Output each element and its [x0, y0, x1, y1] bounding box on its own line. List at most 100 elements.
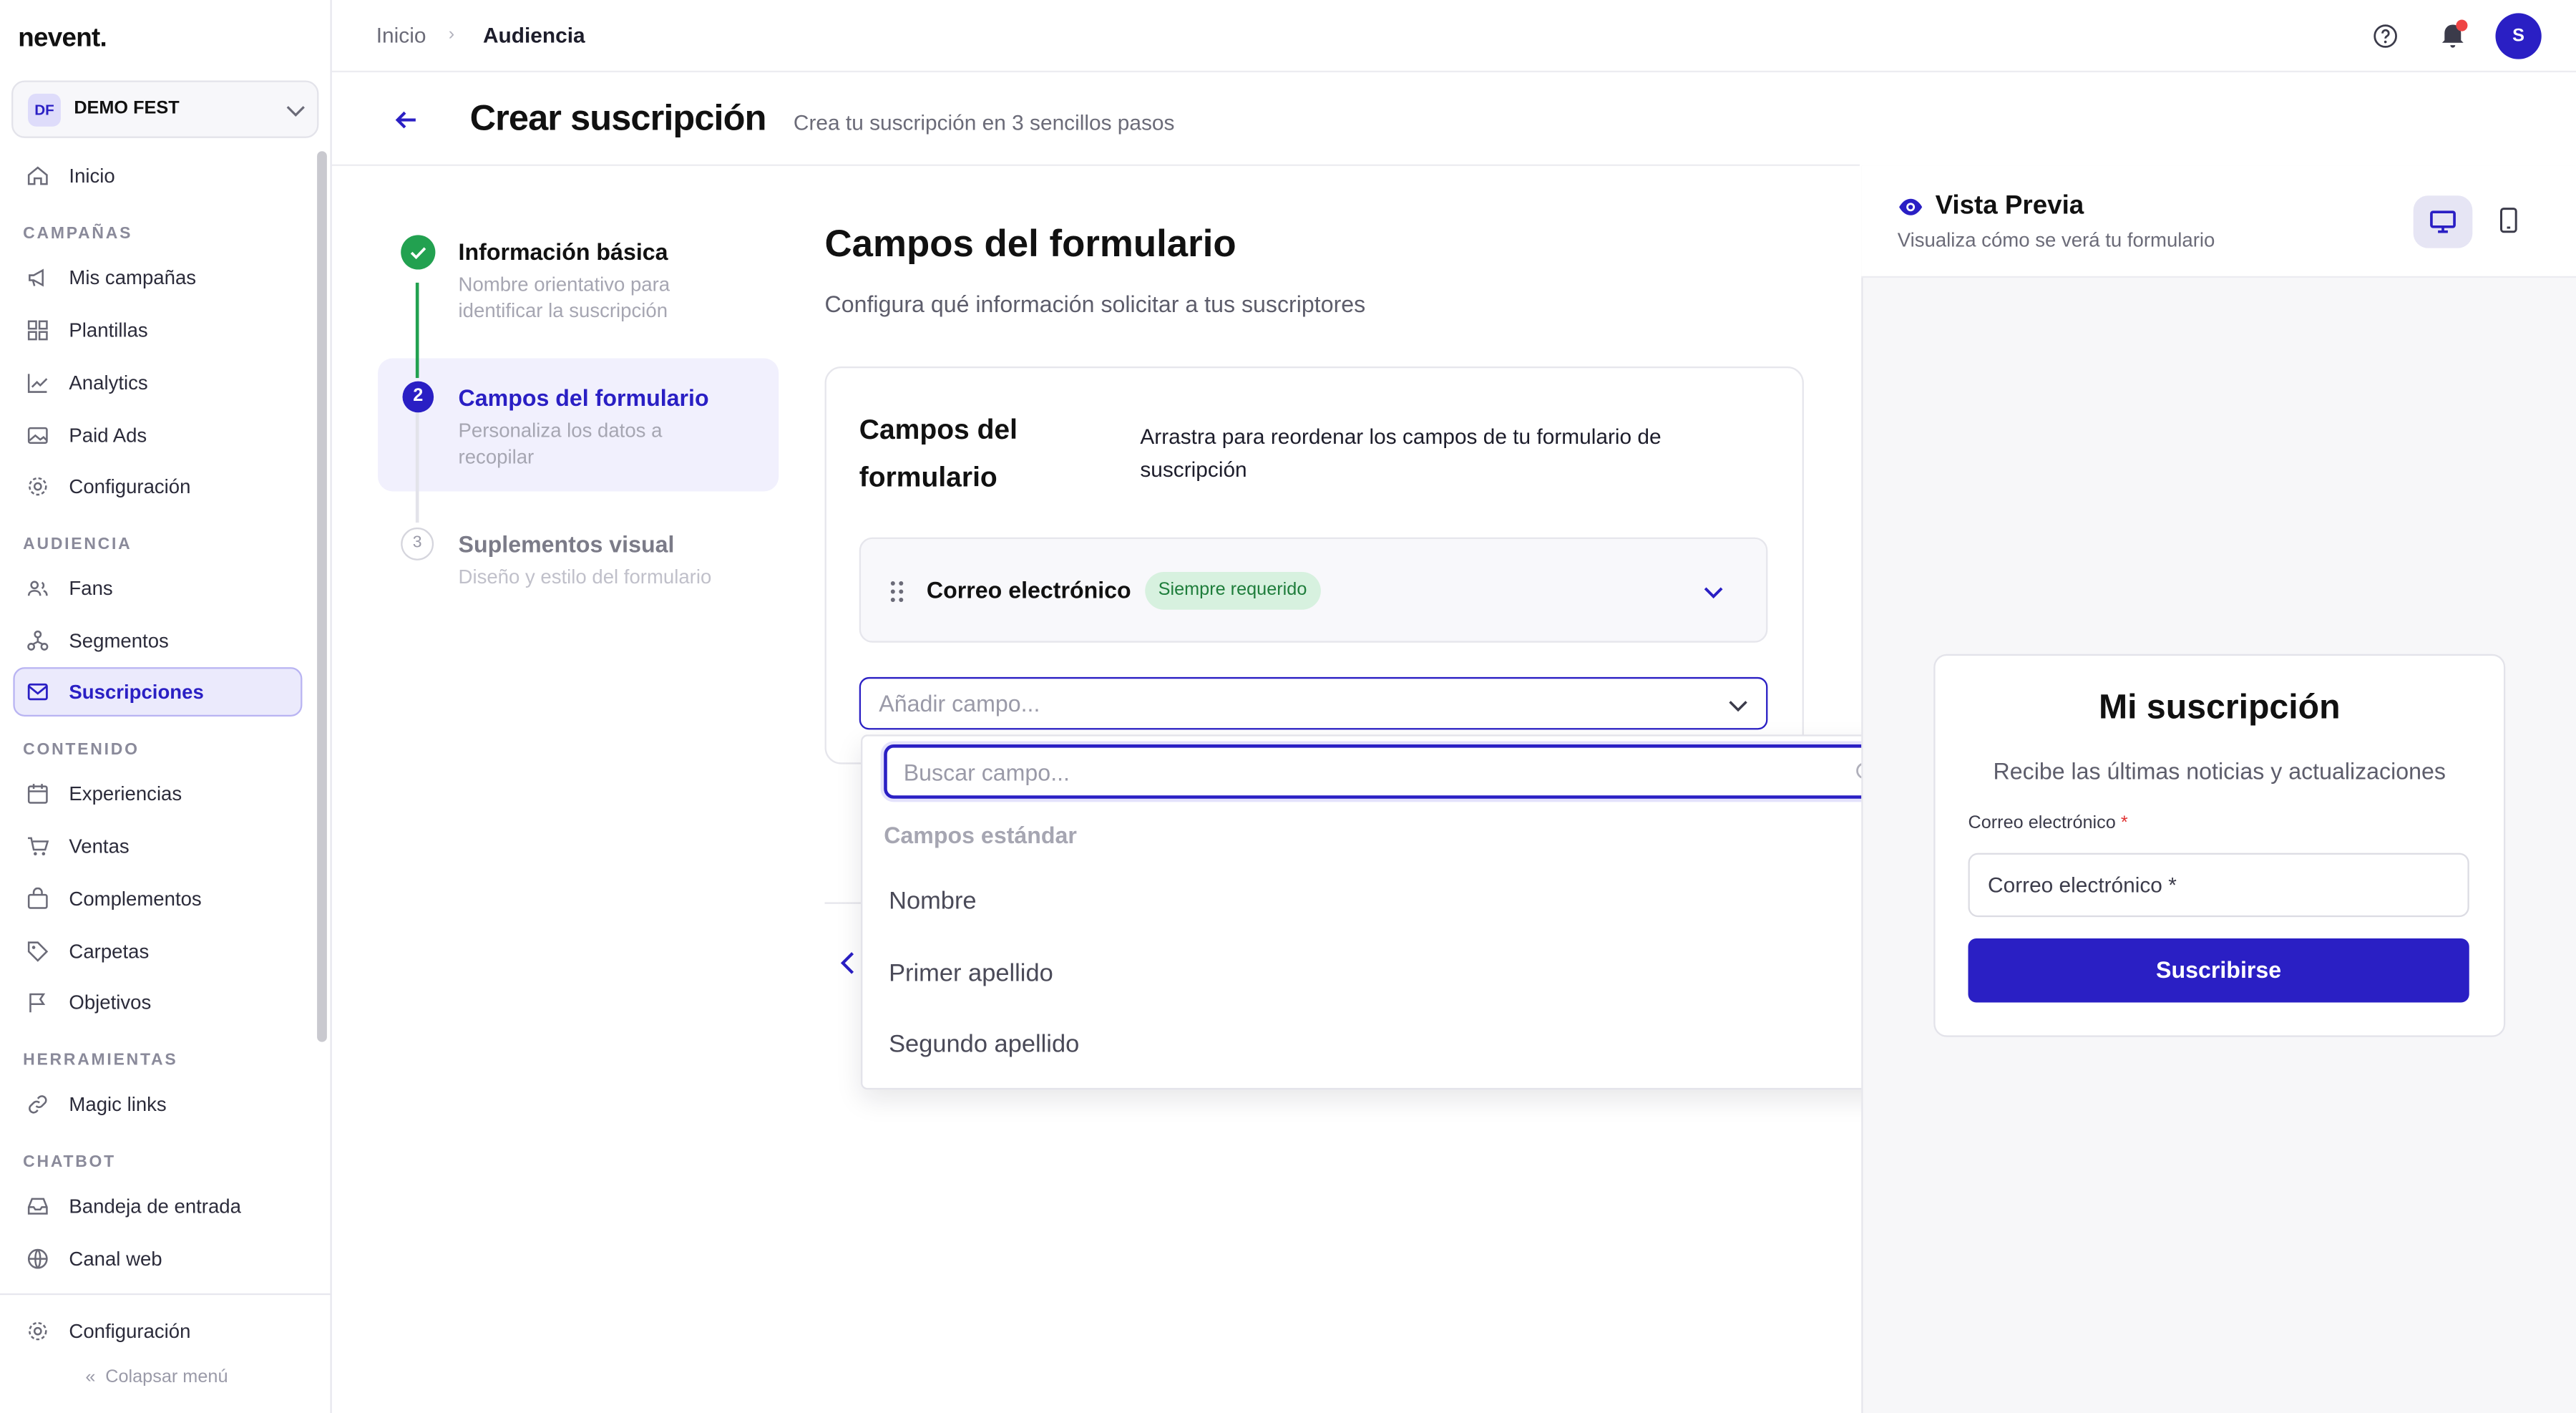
globe-icon: [27, 1248, 48, 1269]
form-subtitle: Recibe las últimas noticias y actualizac…: [1993, 757, 2446, 785]
dropdown-option-segundo-apellido[interactable]: Segundo apellido: [889, 1031, 1079, 1059]
sidebar-item-magic-links[interactable]: Magic links: [13, 1079, 302, 1129]
status-badge: Siempre requerido: [1145, 571, 1320, 610]
sidebar-item-segmentos[interactable]: Segmentos: [13, 616, 302, 666]
tag-icon: [27, 941, 49, 962]
chevron-down-icon[interactable]: [1700, 578, 1727, 605]
sidebar-item-label: Canal web: [69, 1247, 162, 1271]
sidebar-item-paid-ads[interactable]: Paid Ads: [13, 411, 302, 460]
dropdown-option-nombre[interactable]: Nombre: [889, 888, 977, 916]
eye-icon: [1899, 198, 1923, 215]
user-avatar[interactable]: S: [2495, 13, 2542, 59]
field-name: Correo electrónico: [926, 576, 1131, 603]
section-title: Campos del formulario: [824, 221, 1236, 265]
sidebar-item-plantillas[interactable]: Plantillas: [13, 306, 302, 355]
form-title: Mi suscripción: [2098, 688, 2341, 727]
sidebar-item-label: Ventas: [69, 835, 130, 858]
cart-icon: [28, 837, 49, 856]
step-connector: [415, 282, 419, 379]
section-contenido: CONTENIDO: [23, 741, 140, 759]
sidebar-item-suscripciones[interactable]: Suscripciones: [13, 667, 303, 717]
gear-icon: [29, 1321, 47, 1341]
segments-icon: [27, 630, 49, 651]
preview-subtitle: Visualiza cómo se verá tu formulario: [1897, 228, 2215, 252]
sidebar-item-ventas[interactable]: Ventas: [13, 822, 302, 871]
desktop-view-button[interactable]: [2413, 195, 2473, 248]
email-field[interactable]: Correo electrónico *: [1968, 853, 2469, 918]
gear-icon: [29, 477, 47, 496]
collapse-menu-button[interactable]: « Colapsar menú: [85, 1367, 228, 1387]
step-1-title[interactable]: Información básica: [459, 238, 668, 265]
sidebar-item-configuracion-bottom[interactable]: Configuración: [13, 1306, 302, 1356]
step-2-number: 2: [402, 381, 434, 413]
email-label-text: Correo electrónico: [1968, 813, 2116, 834]
sidebar-item-label: Inicio: [69, 164, 115, 188]
step-3-title[interactable]: Suplementos visual: [459, 531, 675, 558]
step-1-desc: Nombre orientativo para identificar la s…: [458, 273, 670, 322]
inbox-icon: [27, 1198, 48, 1215]
subscribe-button[interactable]: Suscribirse: [1968, 938, 2469, 1003]
header-divider: [331, 164, 1860, 166]
sidebar-item-fans[interactable]: Fans: [13, 563, 302, 613]
drag-handle-icon[interactable]: [889, 580, 905, 603]
previous-step-icon[interactable]: [838, 950, 858, 976]
sidebar-item-complementos[interactable]: Complementos: [13, 874, 302, 923]
sidebar-item-analytics[interactable]: Analytics: [13, 359, 302, 408]
step-2-desc: Personaliza los datos a recopilar: [458, 419, 663, 469]
sidebar-item-label: Magic links: [69, 1092, 167, 1116]
required-mark: *: [2120, 813, 2128, 834]
desktop-icon: [2430, 210, 2456, 233]
dropdown-option-primer-apellido[interactable]: Primer apellido: [889, 960, 1053, 988]
add-field-placeholder: Añadir campo...: [879, 690, 1040, 717]
section-herramientas: HERRAMIENTAS: [23, 1052, 178, 1070]
back-arrow-icon[interactable]: [391, 105, 420, 135]
chevrons-left-icon: «: [85, 1367, 96, 1387]
sidebar-item-label: Mis campañas: [69, 266, 197, 290]
mail-icon: [27, 683, 48, 701]
bag-icon: [27, 887, 48, 909]
help-icon[interactable]: [2372, 23, 2399, 49]
users-icon: [27, 581, 48, 596]
sidebar-item-inicio[interactable]: Inicio: [13, 151, 302, 200]
step-2-title[interactable]: Campos del formulario: [459, 384, 709, 411]
section-campanas: CAMPAÑAS: [23, 225, 133, 243]
calendar-icon: [27, 784, 48, 804]
footer-divider: [824, 902, 862, 904]
sidebar-item-label: Configuración: [69, 1319, 191, 1343]
sidebar-item-bandeja-de-entrada[interactable]: Bandeja de entrada: [13, 1182, 302, 1231]
breadcrumb-home[interactable]: Inicio: [376, 23, 426, 47]
card-description: Arrastra para reordenar los campos de tu…: [1140, 424, 1662, 482]
flag-icon: [29, 993, 46, 1013]
sidebar-item-experiencias[interactable]: Experiencias: [13, 769, 302, 818]
sidebar-item-label: Configuración: [69, 475, 191, 498]
sidebar-item-label: Plantillas: [69, 319, 148, 342]
sidebar-item-label: Objetivos: [69, 991, 152, 1014]
chart-icon: [27, 374, 48, 393]
topbar: [331, 0, 2576, 73]
mobile-view-icon[interactable]: [2499, 207, 2519, 233]
sidebar-scrollbar[interactable]: [317, 151, 327, 1042]
link-icon: [29, 1095, 47, 1114]
sidebar-item-carpetas[interactable]: Carpetas: [13, 927, 302, 976]
email-label: Correo electrónico *: [1968, 813, 2127, 833]
org-selector[interactable]: DF DEMO FEST: [11, 80, 319, 138]
search-placeholder: Buscar campo...: [903, 759, 1070, 786]
sidebar-item-label: Experiencias: [69, 782, 182, 805]
sidebar-item-configuracion[interactable]: Configuración: [13, 462, 302, 511]
home-icon: [27, 166, 48, 185]
sidebar-item-mis-campanas[interactable]: Mis campañas: [13, 253, 302, 303]
search-field-input[interactable]: Buscar campo...: [884, 744, 1896, 799]
sidebar-item-label: Suscripciones: [69, 680, 204, 704]
breadcrumb-current: Audiencia: [482, 23, 585, 48]
logo: nevent.: [18, 24, 107, 53]
org-avatar: DF: [28, 93, 61, 127]
email-placeholder: Correo electrónico *: [1988, 873, 2177, 898]
org-name: DEMO FEST: [74, 98, 180, 119]
add-field-select[interactable]: Añadir campo...: [859, 676, 1768, 730]
sidebar-item-objetivos[interactable]: Objetivos: [13, 978, 302, 1027]
sidebar-item-canal-web[interactable]: Canal web: [13, 1234, 302, 1283]
step-connector: [415, 410, 419, 523]
page-subtitle: Crea tu suscripción en 3 sencillos pasos: [793, 110, 1175, 135]
sidebar-item-label: Carpetas: [69, 940, 150, 963]
dropdown-group-label: Campos estándar: [884, 821, 1077, 848]
